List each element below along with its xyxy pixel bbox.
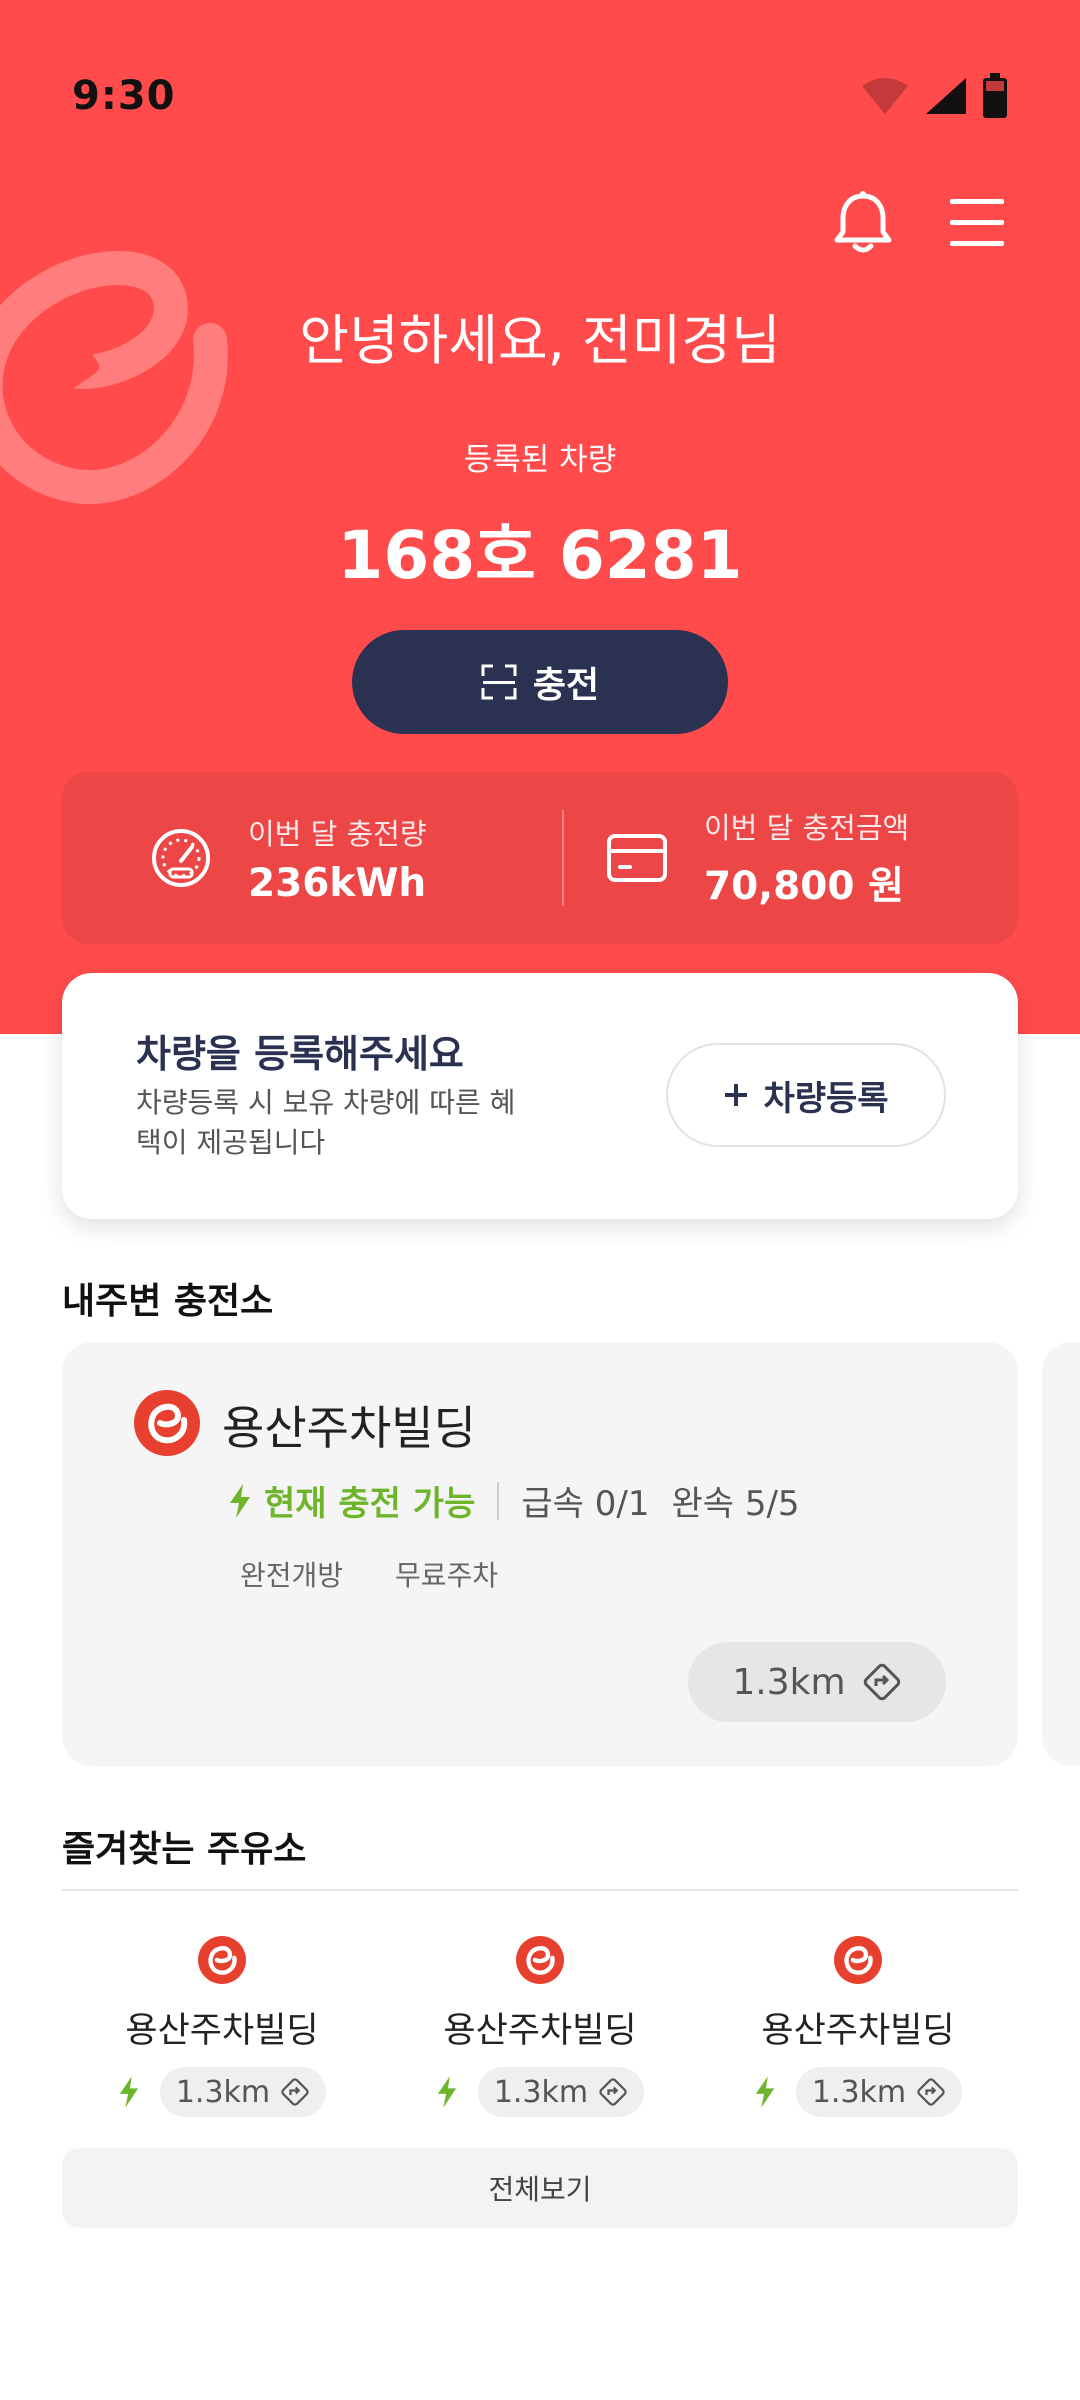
favorite-distance: 1.3km [811, 2074, 907, 2110]
status-icons [860, 73, 1008, 119]
brand-logo-icon [516, 1936, 564, 1984]
menu-button[interactable] [944, 190, 1010, 256]
amount-stat: 이번 달 충전금액 70,800 원 [564, 805, 1018, 911]
notification-button[interactable] [830, 190, 896, 256]
monthly-stats: 이번 달 충전량 236kWh 이번 달 충전금액 70,800 원 [62, 772, 1018, 944]
next-station-card-peek[interactable] [1042, 1342, 1080, 1766]
station-name: 용산주차빌딩 [222, 1401, 476, 1455]
favorites-list: 용산주차빌딩 1.3km 용산주차빌딩 1.3km 용산주차빌딩 1.3km [62, 1936, 1018, 2117]
status-separator [497, 1481, 500, 1520]
register-description: 차량등록 시 보유 차량에 따른 혜택이 제공됩니다 [136, 1086, 516, 1159]
brand-logo-icon [198, 1936, 246, 1984]
brand-logo-icon [834, 1936, 882, 1984]
favorite-name: 용산주차빌딩 [443, 2011, 637, 2051]
charge-button[interactable]: 충전 [352, 630, 728, 734]
favorite-distance-pill[interactable]: 1.3km [477, 2067, 645, 2117]
slow-charger-count: 완속 5/5 [671, 1484, 800, 1524]
fast-charger-count: 급속 0/1 [521, 1484, 650, 1524]
direction-icon [599, 2078, 627, 2106]
car-number: 168호 6281 [337, 517, 743, 594]
amount-value: 70,800 원 [704, 864, 904, 909]
favorite-distance: 1.3km [493, 2074, 589, 2110]
register-car-card: 차량을 등록해주세요 차량등록 시 보유 차량에 따른 혜택이 제공됩니다 차량… [62, 973, 1018, 1219]
amount-label: 이번 달 충전금액 [704, 811, 910, 845]
favorites-divider [62, 1889, 1018, 1891]
register-title: 차량을 등록해주세요 [136, 1032, 464, 1076]
station-status-row: 현재 충전 가능 급속 0/1 완속 5/5 [228, 1476, 800, 1525]
favorite-distance-pill[interactable]: 1.3km [159, 2067, 327, 2117]
bolt-icon [437, 2076, 457, 2108]
favorite-meta: 1.3km [436, 2067, 645, 2117]
favorite-meta: 1.3km [754, 2067, 963, 2117]
energy-stat: 이번 달 충전량 236kWh [62, 811, 562, 906]
scan-icon [481, 664, 517, 700]
nearby-section-title: 내주변 충전소 [62, 1281, 274, 1322]
energy-value: 236kWh [248, 860, 427, 906]
gauge-icon [152, 829, 210, 887]
view-all-button[interactable]: 전체보기 [62, 2148, 1018, 2228]
card-icon [607, 834, 667, 882]
top-actions [830, 190, 1010, 256]
favorites-section-title: 즐겨찾는 주유소 [62, 1829, 307, 1870]
direction-icon [917, 2078, 945, 2106]
bolt-icon [755, 2076, 775, 2108]
station-tag: 무료주차 [395, 1559, 499, 1592]
status-time: 9:30 [72, 73, 176, 119]
bolt-icon [230, 1483, 250, 1518]
register-car-button[interactable]: 차량등록 [666, 1043, 946, 1147]
station-distance-button[interactable]: 1.3km [688, 1642, 946, 1722]
favorite-item[interactable]: 용산주차빌딩 1.3km [112, 1936, 332, 2117]
station-tag: 완전개방 [240, 1559, 344, 1592]
station-tags: 완전개방 무료주차 [240, 1554, 498, 1594]
bell-icon [834, 191, 892, 253]
direction-icon [281, 2078, 309, 2106]
favorite-item[interactable]: 용산주차빌딩 1.3km [748, 1936, 968, 2117]
favorite-distance: 1.3km [175, 2074, 271, 2110]
station-availability: 현재 충전 가능 [264, 1484, 476, 1524]
status-bar: 9:30 [72, 70, 1008, 122]
brand-logo-icon [134, 1390, 200, 1456]
charger-counts: 급속 0/1 완속 5/5 [521, 1476, 799, 1525]
menu-icon [950, 199, 1004, 246]
favorite-distance-pill[interactable]: 1.3km [795, 2067, 963, 2117]
station-distance: 1.3km [732, 1661, 846, 1703]
energy-label: 이번 달 충전량 [248, 816, 427, 851]
direction-icon [863, 1663, 900, 1701]
favorite-meta: 1.3km [118, 2067, 327, 2117]
favorite-item[interactable]: 용산주차빌딩 1.3km [430, 1936, 650, 2117]
favorite-name: 용산주차빌딩 [125, 2011, 319, 2051]
bolt-icon [119, 2076, 139, 2108]
signal-icon [926, 78, 966, 114]
wifi-icon [862, 78, 908, 114]
charge-button-label: 충전 [532, 665, 600, 706]
nearby-station-card[interactable]: 용산주차빌딩 현재 충전 가능 급속 0/1 완속 5/5 완전개방 무료주차 … [62, 1342, 1018, 1766]
favorite-name: 용산주차빌딩 [761, 2011, 955, 2051]
plus-icon [725, 1084, 748, 1106]
battery-icon [983, 73, 1007, 118]
registered-car-label: 등록된 차량 [463, 442, 617, 478]
register-button-label: 차량등록 [763, 1078, 889, 1119]
hero-header: 9:30 안녕하세요, 전미경님 등록된 차량 168호 6281 충전 이번 … [0, 0, 1080, 1034]
greeting-text: 안녕하세요, 전미경님 [299, 309, 781, 372]
